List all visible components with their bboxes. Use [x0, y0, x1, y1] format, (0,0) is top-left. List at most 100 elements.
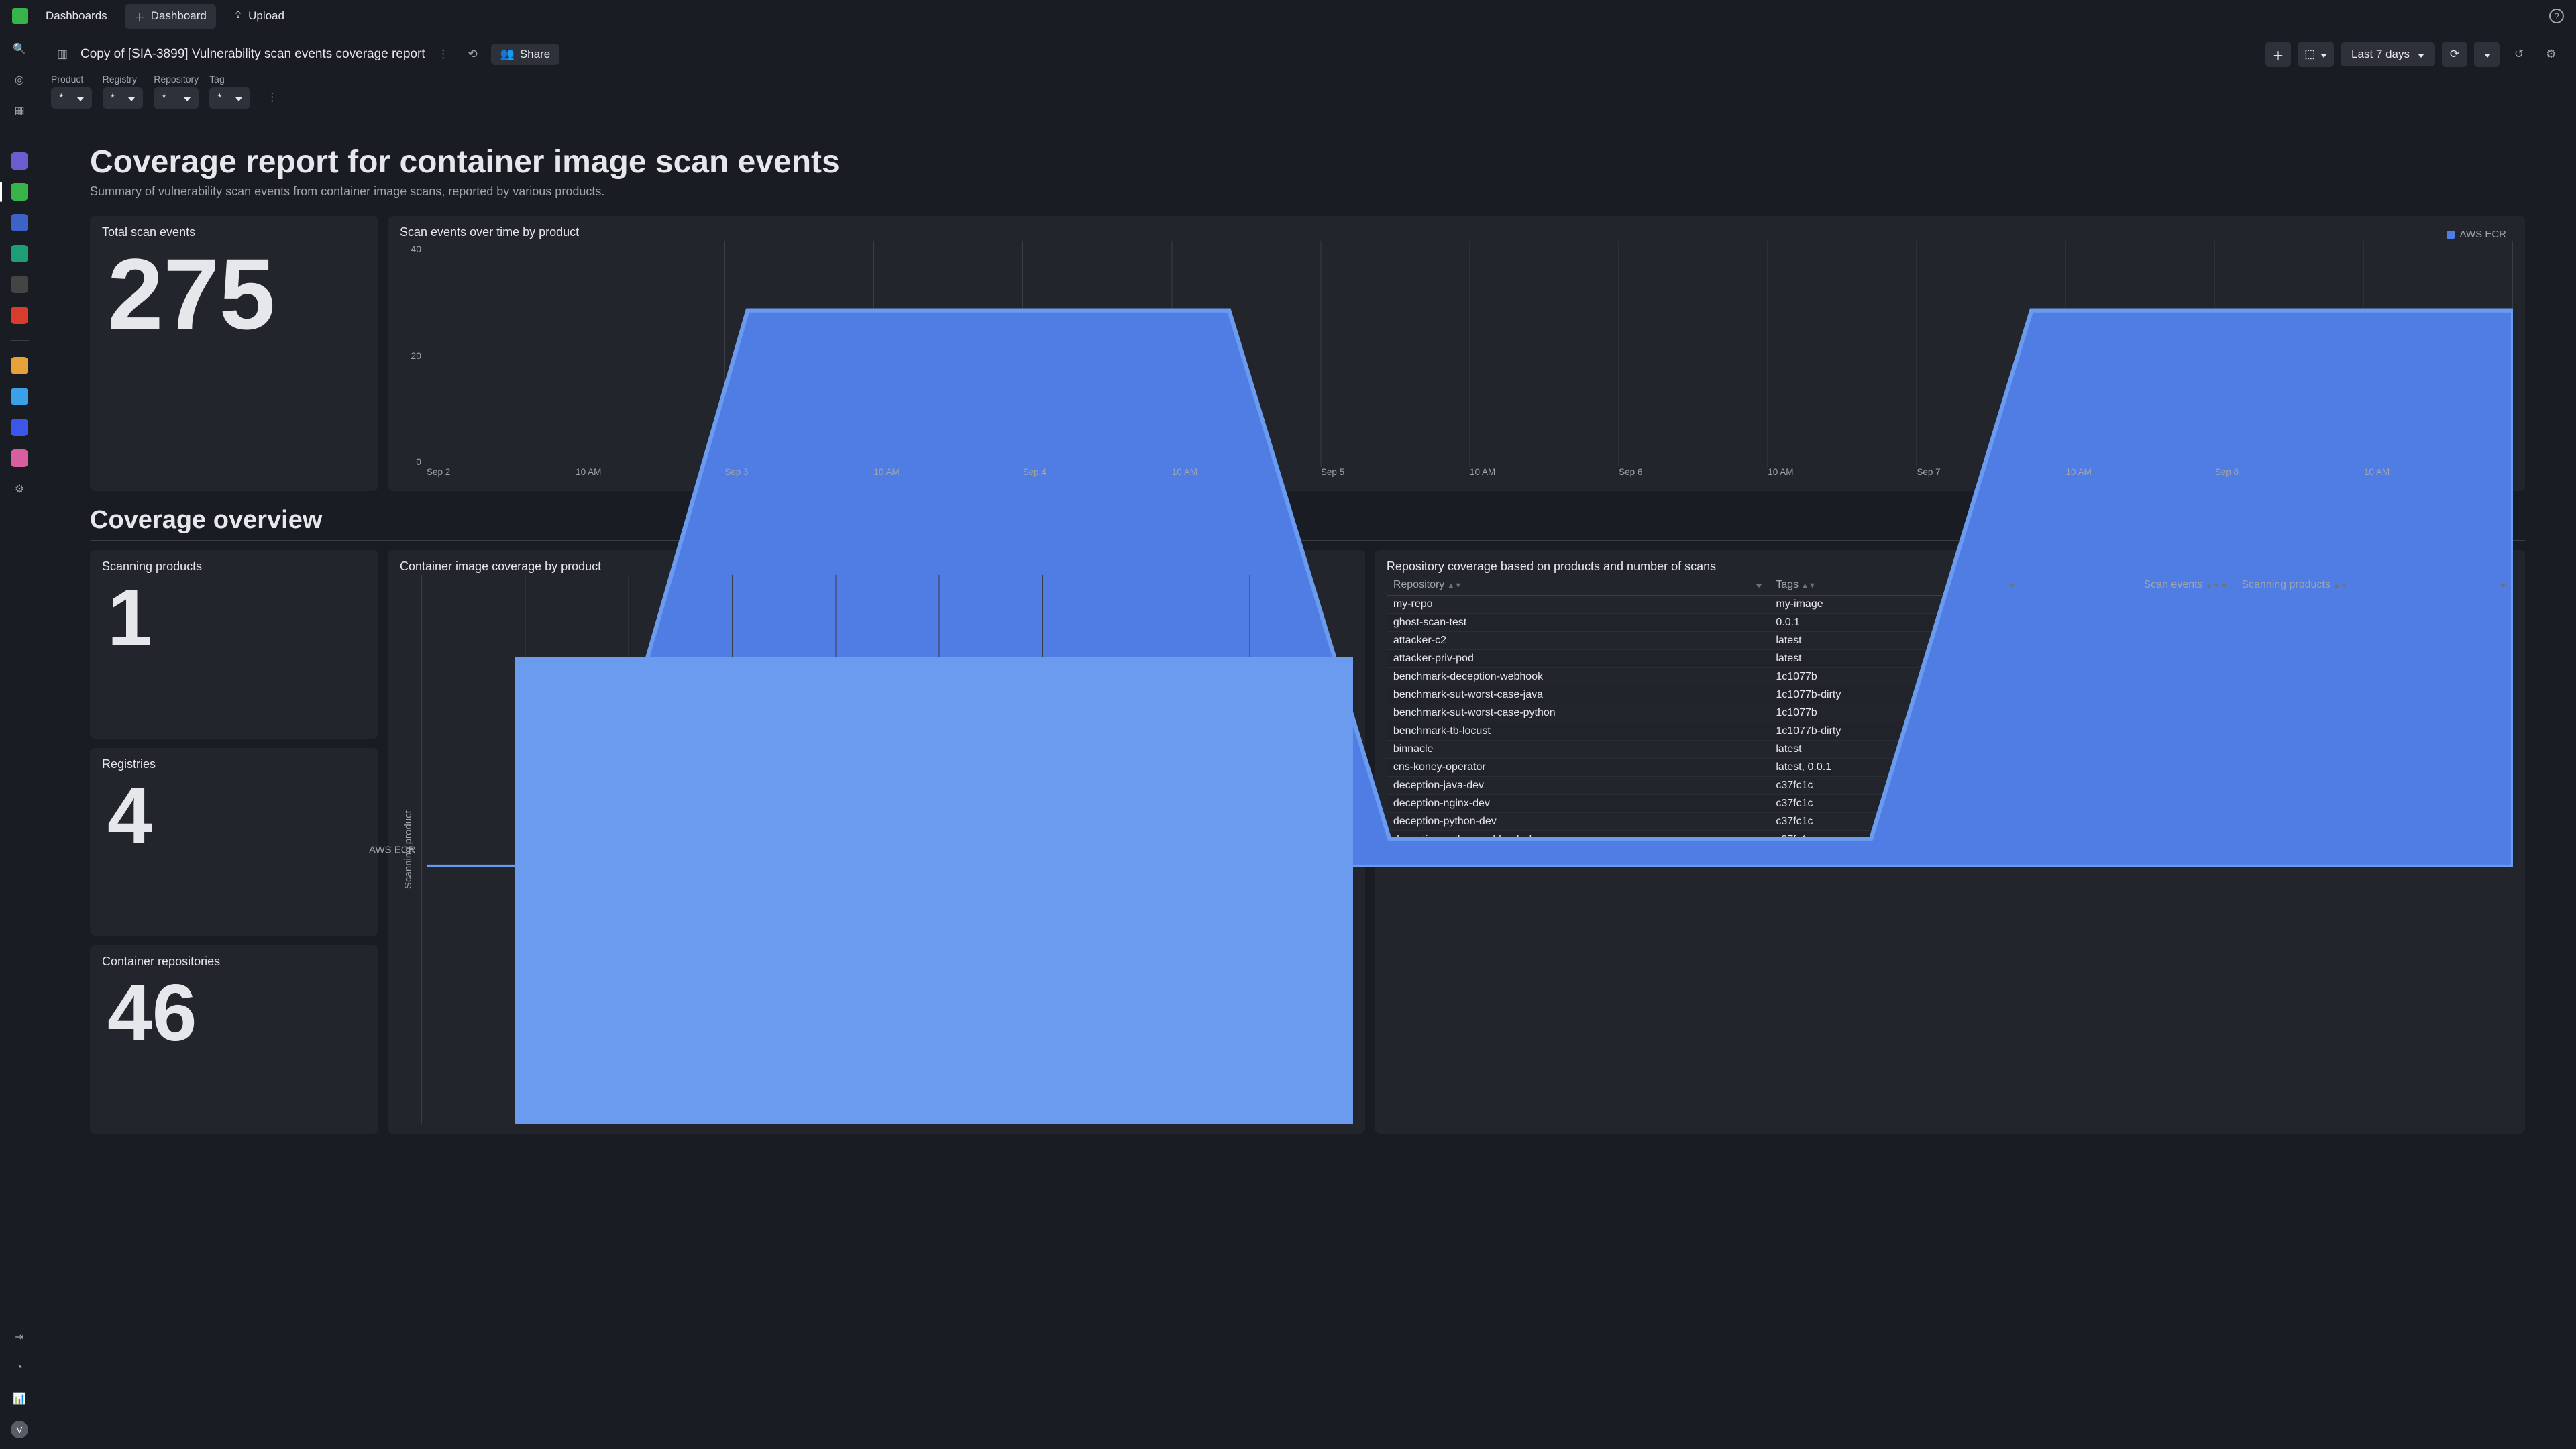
rail-app-5[interactable] — [11, 276, 28, 293]
rail-fav-4[interactable] — [11, 449, 28, 467]
time-range-label: Last 7 days — [2351, 48, 2410, 61]
card-title: Container repositories — [102, 955, 366, 969]
share-icon: 👥 — [500, 48, 515, 61]
card-title: Scan events over time by product — [400, 225, 2447, 239]
filter-value: * — [111, 91, 115, 105]
filter-select-registry[interactable]: * — [103, 87, 144, 109]
time-range-picker[interactable]: Last 7 days — [2341, 42, 2435, 66]
filter-value: * — [217, 91, 222, 105]
rail-fav-1[interactable] — [11, 357, 28, 374]
filter-repository: Repository * — [154, 74, 199, 109]
filter-tag: Tag * — [209, 74, 250, 109]
filter-label: Tag — [209, 74, 250, 85]
th-repository[interactable]: Repository▲▼ — [1387, 575, 1770, 596]
rail-fav-2[interactable] — [11, 388, 28, 405]
tab-dashboards[interactable]: Dashboards — [36, 5, 117, 27]
chevron-down-icon — [127, 91, 135, 105]
card-title: Registries — [102, 757, 366, 771]
filter-value: * — [59, 91, 64, 105]
scanning-products-value: 1 — [102, 575, 366, 661]
refresh-menu-button[interactable] — [2474, 42, 2500, 67]
grid-icon[interactable]: ▦ — [11, 102, 28, 119]
chart-body[interactable]: Sep 210 AMSep 310 AMSep 410 AMSep 510 AM… — [427, 241, 2513, 482]
chevron-down-icon — [234, 91, 242, 105]
th-scan-events[interactable]: Scan events▲▼ — [2022, 575, 2235, 596]
settings-icon[interactable]: ⚙ — [2538, 42, 2564, 67]
add-button[interactable]: ＋ — [2265, 42, 2291, 67]
card-container-repos: Container repositories 46 — [90, 945, 378, 1134]
gear-icon[interactable]: ⚙ — [11, 480, 28, 498]
upload-icon: ⇪ — [233, 9, 243, 23]
new-dashboard-button[interactable]: ＋ Dashboard — [125, 4, 216, 29]
rail-app-active[interactable] — [11, 183, 28, 201]
card-registries: Registries 4 — [90, 748, 378, 936]
card-total-scan-events: Total scan events 275 — [90, 216, 378, 491]
chart-x-axis: Sep 210 AMSep 310 AMSep 410 AMSep 510 AM… — [427, 467, 2513, 482]
chevron-down-icon[interactable] — [2220, 579, 2228, 591]
refresh-button[interactable]: ⟳ — [2442, 42, 2467, 67]
filter-select-product[interactable]: * — [51, 87, 92, 109]
hbar-body[interactable]: AWS ECR — [421, 575, 1353, 1124]
th-tags[interactable]: Tags▲▼ — [1769, 575, 2021, 596]
filter-label: Product — [51, 74, 92, 85]
dashboard-icon[interactable]: ◔ — [11, 1359, 28, 1377]
filter-product: Product * — [51, 74, 92, 109]
more-icon[interactable]: ⋮ — [432, 43, 455, 66]
search-icon[interactable]: 🔍 — [11, 40, 28, 58]
panel-toggle-icon[interactable]: ▥ — [51, 43, 74, 66]
avatar[interactable]: V — [11, 1421, 28, 1438]
chart-legend: AWS ECR — [2447, 226, 2513, 240]
rail-fav-3[interactable] — [11, 419, 28, 436]
help-icon[interactable]: ? — [2549, 9, 2564, 23]
target-icon[interactable]: ◎ — [11, 71, 28, 89]
card-scanning-products: Scanning products 1 — [90, 550, 378, 739]
upload-button[interactable]: ⇪ Upload — [224, 5, 294, 27]
document-title[interactable]: Copy of [SIA-3899] Vulnerability scan ev… — [80, 47, 425, 62]
hbar-bar — [515, 657, 1353, 1124]
filter-label: Repository — [154, 74, 199, 85]
chevron-down-icon — [2483, 48, 2491, 61]
rail-app-1[interactable] — [11, 152, 28, 170]
card-container-coverage: Container image coverage by product Scan… — [388, 550, 1365, 1134]
rail-app-alert[interactable] — [11, 307, 28, 324]
topbar: Dashboards ＋ Dashboard ⇪ Upload ? — [0, 0, 2576, 32]
th-scanning-products[interactable]: Scanning products▲▼ — [2235, 575, 2513, 596]
filter-bar: Product * Registry * Repository * Tag — [39, 71, 2576, 118]
sync-icon[interactable]: ⟲ — [462, 43, 484, 66]
layout-button[interactable]: ⬚ — [2298, 42, 2334, 67]
card-scan-over-time: Scan events over time by product AWS ECR… — [388, 216, 2525, 491]
chevron-down-icon — [2416, 48, 2424, 61]
cube-icon: ⬚ — [2304, 48, 2315, 61]
chevron-down-icon[interactable] — [2007, 579, 2015, 591]
chevron-down-icon[interactable] — [1754, 579, 1762, 591]
filter-select-tag[interactable]: * — [209, 87, 250, 109]
share-button[interactable]: 👥 Share — [491, 44, 560, 65]
page-subtitle: Summary of vulnerability scan events fro… — [90, 184, 2525, 199]
history-icon[interactable]: ↺ — [2506, 42, 2532, 67]
left-rail: 🔍 ◎ ▦ ⚙ ⇥ ◔ 📊 V — [0, 32, 39, 1449]
filter-label: Registry — [103, 74, 144, 85]
card-title: Scanning products — [102, 559, 366, 574]
filter-value: * — [162, 91, 166, 105]
container-repos-value: 46 — [102, 970, 366, 1056]
hbar-category-label: AWS ECR — [369, 844, 415, 855]
chevron-down-icon — [182, 91, 191, 105]
page-title: Coverage report for container image scan… — [90, 144, 2525, 180]
filter-more-icon[interactable]: ⋮ — [261, 86, 284, 109]
analytics-icon[interactable]: 📊 — [11, 1390, 28, 1407]
chevron-down-icon[interactable] — [2498, 579, 2506, 591]
app-logo-icon[interactable] — [12, 8, 28, 24]
new-dashboard-label: Dashboard — [151, 9, 207, 23]
expand-rail-icon[interactable]: ⇥ — [11, 1328, 28, 1346]
registries-value: 4 — [102, 773, 366, 859]
filter-select-repository[interactable]: * — [154, 87, 199, 109]
upload-label: Upload — [248, 9, 284, 23]
rail-app-4[interactable] — [11, 245, 28, 262]
chevron-down-icon — [2319, 48, 2327, 61]
legend-swatch — [2447, 231, 2455, 239]
rail-app-3[interactable] — [11, 214, 28, 231]
legend-label: AWS ECR — [2460, 229, 2506, 240]
doc-toolbar: ▥ Copy of [SIA-3899] Vulnerability scan … — [39, 32, 2576, 71]
chevron-down-icon — [76, 91, 84, 105]
total-scan-events-value: 275 — [102, 241, 366, 347]
